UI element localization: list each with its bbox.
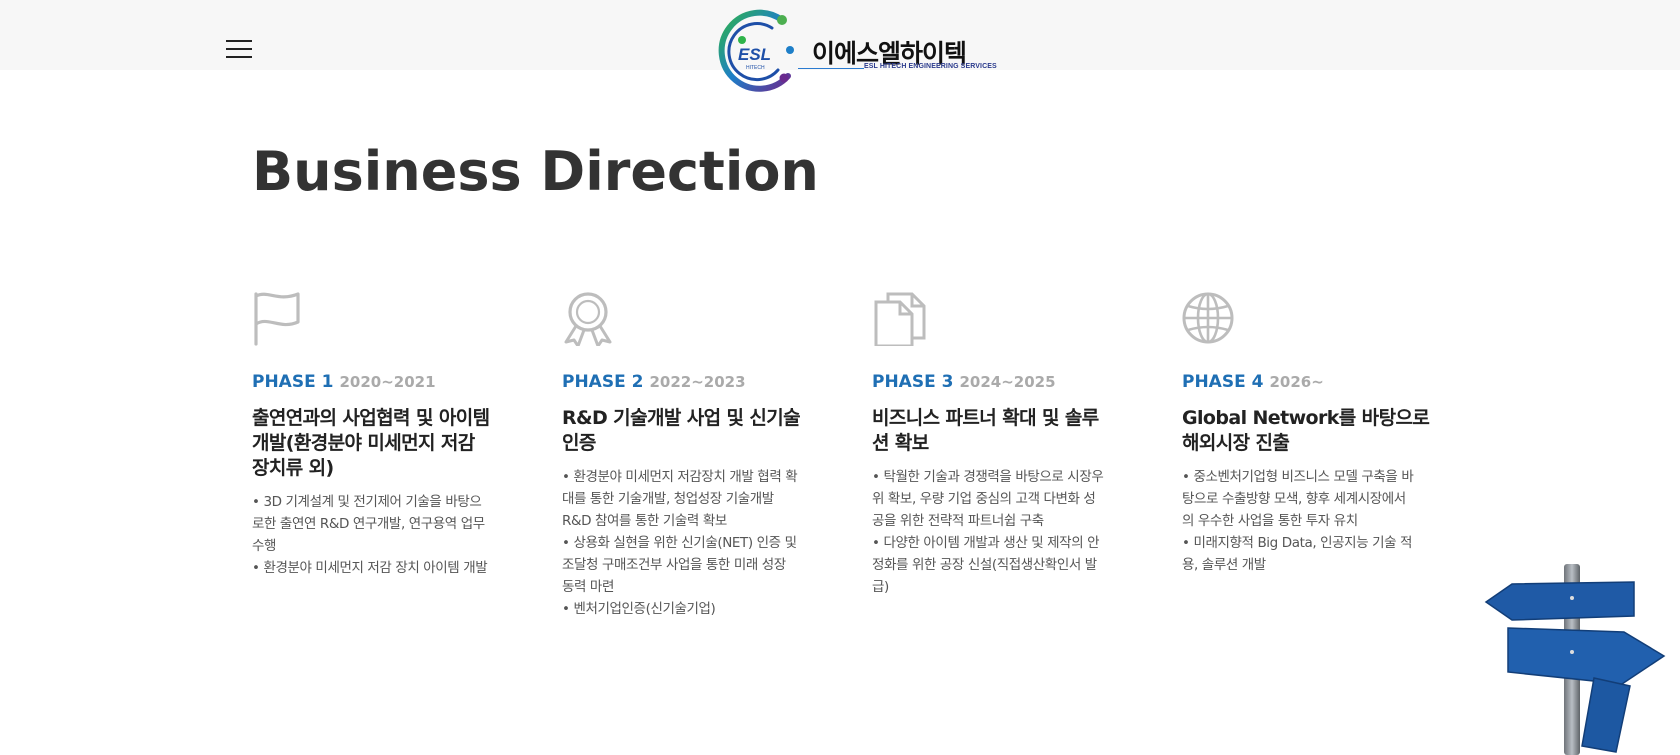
phase-title: R&D 기술개발 사업 및 신기술 인증 <box>562 407 801 454</box>
phase-heading: PHASE 3 2024~2025 <box>872 372 1056 392</box>
phase-years: 2022~2023 <box>649 373 746 391</box>
phase-label: PHASE 4 <box>1182 372 1264 392</box>
signpost-image <box>1484 564 1666 755</box>
phase-description: • 중소벤처기업형 비즈니스 모델 구축을 바 탕으로 수출방향 모색, 향후 … <box>1182 469 1414 573</box>
logo-english-name: ESL HITECH ENGINEERING SERVICES <box>864 63 997 70</box>
svg-text:ESL: ESL <box>738 45 771 64</box>
logo-divider <box>798 68 864 69</box>
hamburger-menu-icon[interactable] <box>226 38 252 60</box>
svg-text:HITECH: HITECH <box>746 65 765 71</box>
phase-title: 출연연과의 사업협력 및 아이템 개발(환경분야 미세먼지 저감 장치류 외) <box>252 407 490 479</box>
phase-description: • 탁월한 기술과 경쟁력을 바탕으로 시장우 위 확보, 우량 기업 중심의 … <box>872 469 1104 595</box>
phase-title: Global Network를 바탕으로 해외시장 진출 <box>1182 407 1430 454</box>
site-logo[interactable]: ESL HITECH 이에스엘하이텍 ESL HITECH ENGINEERIN… <box>712 6 997 100</box>
phase-title: 비즈니스 파트너 확대 및 솔루 션 확보 <box>872 407 1099 454</box>
phase-years: 2024~2025 <box>959 373 1056 391</box>
phase-heading: PHASE 2 2022~2023 <box>562 372 746 392</box>
flag-icon <box>254 292 300 346</box>
award-ribbon-icon <box>564 292 612 346</box>
phase-years: 2026~ <box>1269 373 1324 391</box>
phase-description: • 환경분야 미세먼지 저감장치 개발 협력 확 대를 통한 기술개발, 청업성… <box>562 469 798 617</box>
phase-label: PHASE 3 <box>872 372 954 392</box>
phase-label: PHASE 2 <box>562 372 644 392</box>
page-title: Business Direction <box>252 140 819 203</box>
phase-description: • 3D 기계설계 및 전기제어 기술을 바탕으 로한 출연연 R&D 연구개발… <box>252 494 488 576</box>
phase-heading: PHASE 4 2026~ <box>1182 372 1324 392</box>
logo-emblem-icon: ESL HITECH <box>718 9 794 92</box>
phase-years: 2020~2021 <box>339 373 436 391</box>
phase-heading: PHASE 1 2020~2021 <box>252 372 436 392</box>
phase-label: PHASE 1 <box>252 372 334 392</box>
globe-icon <box>1182 292 1234 344</box>
documents-icon <box>874 292 926 346</box>
